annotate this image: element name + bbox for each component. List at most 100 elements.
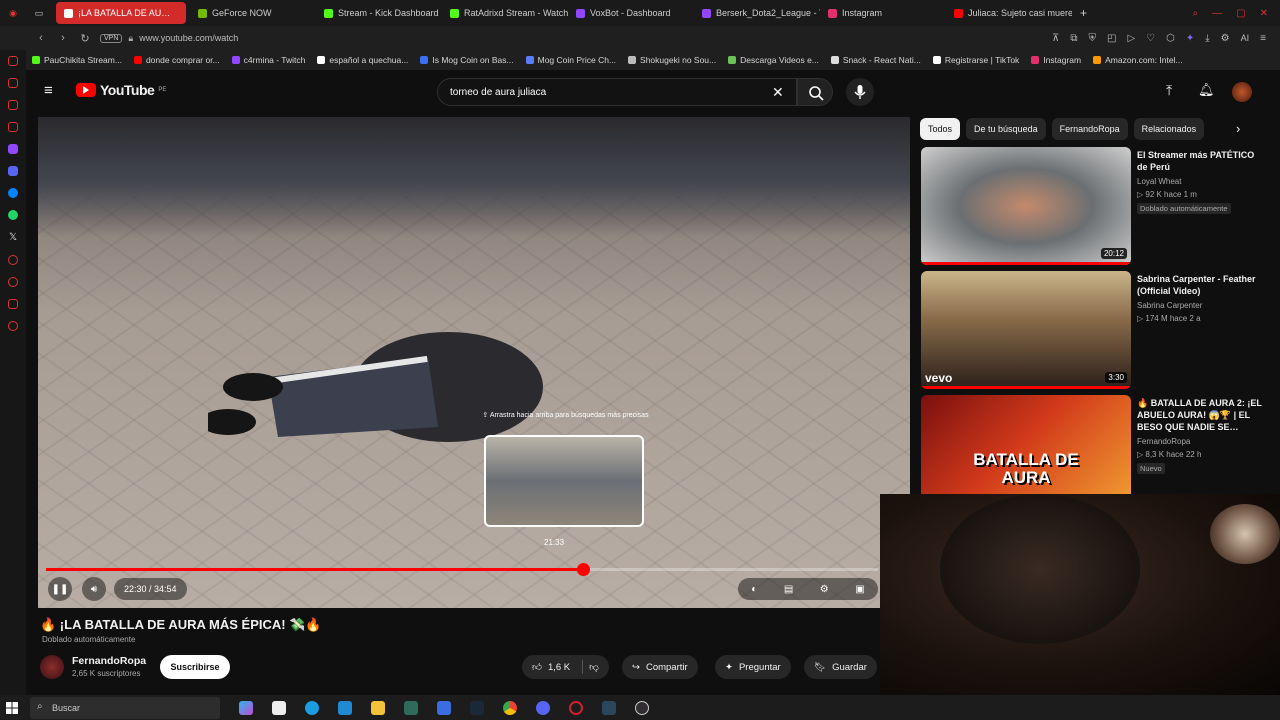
filter-chip[interactable]: Todos bbox=[920, 118, 961, 140]
settings-gear-icon[interactable]: ⚙ bbox=[820, 584, 829, 595]
close-window-icon[interactable]: ✕ bbox=[1260, 8, 1268, 19]
x-icon[interactable]: 𝕏 bbox=[9, 232, 17, 243]
pause-button[interactable]: ❚❚ bbox=[48, 577, 72, 601]
bookmark-item[interactable]: Shokugeki no Sou... bbox=[622, 55, 722, 65]
new-tab-button[interactable]: + bbox=[1072, 2, 1095, 24]
back-icon[interactable]: ‹ bbox=[34, 31, 48, 45]
sidebar-settings-icon[interactable] bbox=[8, 321, 18, 331]
volume-button[interactable]: 🔊︎ bbox=[82, 577, 106, 601]
tab-list-icon[interactable]: ▭ bbox=[26, 2, 52, 24]
search-tabs-icon[interactable]: ⌕ bbox=[1193, 8, 1199, 19]
history-icon[interactable] bbox=[8, 255, 18, 265]
news-icon[interactable] bbox=[8, 100, 18, 110]
sidebar-toggle-icon[interactable]: ◉ bbox=[0, 2, 26, 24]
subtitles-icon[interactable]: ▤ bbox=[784, 584, 793, 595]
settings-icon[interactable]: ⚙ bbox=[1221, 33, 1230, 44]
file-explorer-icon[interactable] bbox=[371, 700, 385, 715]
recommendation-channel[interactable]: Loyal Wheat bbox=[1137, 177, 1181, 186]
bookmark-item[interactable]: Instagram bbox=[1025, 55, 1087, 65]
messenger-icon[interactable] bbox=[8, 188, 18, 198]
recommendation-title[interactable]: El Streamer más PATÉTICO de Perú bbox=[1137, 149, 1267, 173]
bookmark-item[interactable]: PauChikita Stream... bbox=[26, 55, 128, 65]
miniplayer-icon[interactable]: ▣ bbox=[855, 584, 864, 595]
copilot-icon[interactable] bbox=[239, 700, 253, 715]
filter-chip[interactable]: FernandoRopa bbox=[1051, 118, 1128, 140]
pin-icon[interactable]: ⊼ bbox=[1052, 33, 1059, 44]
save-button[interactable]: 🔖︎ Guardar bbox=[804, 655, 877, 679]
subscribe-button[interactable]: Suscribirse bbox=[160, 655, 230, 679]
search-input[interactable]: torneo de aura juliaca bbox=[437, 78, 797, 106]
screenshot-icon[interactable]: ⧉ bbox=[1070, 33, 1077, 44]
discord-icon[interactable] bbox=[8, 166, 18, 176]
clear-search-icon[interactable]: ✕ bbox=[772, 84, 784, 101]
channel-name[interactable]: FernandoRopa bbox=[72, 655, 146, 667]
reload-icon[interactable]: ↻ bbox=[78, 31, 92, 45]
vscode-icon[interactable] bbox=[338, 700, 352, 715]
download-icon[interactable]: ⤓ bbox=[1205, 33, 1209, 44]
obs-icon[interactable] bbox=[635, 700, 649, 715]
notes-icon[interactable] bbox=[437, 700, 451, 715]
filter-chip[interactable]: Relacionados bbox=[1133, 118, 1205, 140]
browser-tab[interactable]: RatAdrixd Stream - Watch bbox=[442, 2, 568, 24]
minimize-icon[interactable]: — bbox=[1212, 8, 1222, 19]
bookmark-item[interactable]: Snack - React Nati... bbox=[825, 55, 927, 65]
wallet-icon[interactable]: ✦ bbox=[1186, 33, 1194, 44]
bookmark-item[interactable]: español a quechua... bbox=[311, 55, 414, 65]
discord-taskbar-icon[interactable] bbox=[536, 700, 550, 715]
progress-scrubber[interactable] bbox=[576, 563, 590, 576]
recommendation-title[interactable]: Sabrina Carpenter - Feather (Official Vi… bbox=[1137, 273, 1267, 297]
gaming-icon[interactable] bbox=[8, 122, 18, 132]
browser-tab[interactable]: Berserk_Dota2_League - T… bbox=[694, 2, 820, 24]
bookmark-item[interactable]: donde comprar or... bbox=[128, 55, 226, 65]
send-icon[interactable]: ▷ bbox=[1127, 33, 1135, 44]
heart-icon[interactable]: ♡ bbox=[1146, 33, 1155, 44]
steam-icon[interactable] bbox=[602, 700, 616, 715]
whatsapp-icon[interactable] bbox=[8, 210, 18, 220]
hamburger-menu-icon[interactable]: ≡ bbox=[44, 82, 53, 99]
url-field[interactable]: www.youtube.com/watch bbox=[139, 33, 238, 43]
browser-tab[interactable]: Juliaca: Sujeto casi muere … bbox=[946, 2, 1072, 24]
thumbs-down-icon[interactable]: 👎︎ bbox=[589, 661, 599, 673]
browser-tab[interactable]: ¡LA BATALLA DE AU… bbox=[56, 2, 186, 24]
upload-icon[interactable]: ⤒ bbox=[1166, 82, 1172, 99]
bookmark-item[interactable]: Registrarse | TikTok bbox=[927, 55, 1025, 65]
recommendation-title[interactable]: 🔥 BATALLA DE AURA 2: ¡EL ABUELO AURA! 😱🏆… bbox=[1137, 397, 1267, 433]
recommendation-channel[interactable]: Sabrina Carpenter bbox=[1137, 301, 1202, 310]
bookmark-item[interactable]: Is Mog Coin on Bas... bbox=[414, 55, 519, 65]
account-avatar[interactable] bbox=[1232, 82, 1252, 102]
camera-icon[interactable]: ◰ bbox=[1107, 33, 1116, 44]
bookmark-item[interactable]: Amazon.com: Intel... bbox=[1087, 55, 1188, 65]
recommendation-thumbnail[interactable]: 20:12 bbox=[921, 147, 1131, 265]
chrome-icon[interactable] bbox=[503, 700, 517, 715]
filter-chip[interactable]: De tu búsqueda bbox=[966, 118, 1046, 140]
speed-dial-icon[interactable] bbox=[8, 56, 18, 66]
maximize-icon[interactable]: ▢ bbox=[1236, 8, 1245, 19]
autoplay-toggle-icon[interactable]: ◐ bbox=[751, 584, 757, 595]
youtube-logo[interactable]: YouTube PE bbox=[76, 82, 166, 98]
pinboard-icon[interactable] bbox=[8, 299, 18, 309]
recommendation-item[interactable]: 20:12 El Streamer más PATÉTICO de Perú L… bbox=[921, 147, 1271, 267]
app-icon[interactable] bbox=[404, 700, 418, 715]
channel-avatar[interactable] bbox=[40, 655, 64, 679]
store-icon[interactable] bbox=[272, 700, 286, 715]
share-button[interactable]: ↪ Compartir bbox=[622, 655, 698, 679]
steam-alt-icon[interactable] bbox=[470, 700, 484, 715]
bookmark-item[interactable]: Mog Coin Price Ch... bbox=[520, 55, 622, 65]
recommendation-item[interactable]: vevo 3:30 Sabrina Carpenter - Feather (O… bbox=[921, 271, 1271, 391]
menu-icon[interactable]: ≡ bbox=[1260, 33, 1266, 44]
chevron-right-icon[interactable]: › bbox=[1236, 121, 1240, 136]
taskbar-search[interactable]: ⌕ Buscar bbox=[30, 696, 220, 719]
search-button[interactable] bbox=[797, 78, 833, 106]
edge-icon[interactable] bbox=[305, 700, 319, 715]
forward-icon[interactable]: › bbox=[56, 31, 70, 45]
ask-button[interactable]: ✦ Preguntar bbox=[715, 655, 791, 679]
shield-icon[interactable]: ⛨ bbox=[1089, 33, 1097, 44]
windows-start-icon[interactable] bbox=[0, 696, 24, 720]
bookmark-item[interactable]: c4rmina - Twitch bbox=[226, 55, 312, 65]
browser-tab[interactable]: VoxBot - Dashboard bbox=[568, 2, 694, 24]
bag-icon[interactable] bbox=[8, 78, 18, 88]
twitch-icon[interactable] bbox=[8, 144, 18, 154]
voice-search-button[interactable] bbox=[846, 78, 874, 106]
opera-icon[interactable] bbox=[569, 700, 583, 715]
recommendation-channel[interactable]: FernandoRopa bbox=[1137, 437, 1190, 446]
